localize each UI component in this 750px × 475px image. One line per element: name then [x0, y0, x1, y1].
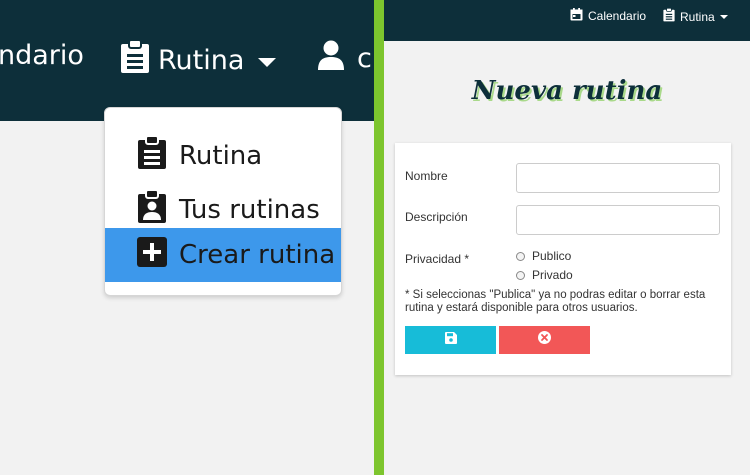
privacidad-label: Privacidad *	[405, 252, 470, 266]
nombre-label: Nombre	[405, 169, 448, 183]
cancel-button[interactable]	[499, 326, 590, 354]
full-page-panel: Calendario Rutina Nueva rutina Nombre De…	[384, 0, 750, 475]
caret-down-icon	[719, 14, 728, 19]
descripcion-label: Descripción	[405, 210, 468, 224]
dropdown-item-label: Tus rutinas	[179, 195, 320, 225]
user-icon	[317, 40, 345, 77]
nav-calendar-link[interactable]: Calendario	[570, 8, 646, 24]
nav-calendar-label: Calendario	[588, 9, 647, 23]
save-button[interactable]	[405, 326, 496, 354]
dropdown-item-label: Crear rutina	[179, 240, 336, 270]
nav-rutina-dropdown-toggle[interactable]: Rutina	[120, 39, 277, 81]
nombre-input[interactable]	[516, 163, 720, 193]
navbar: Calendario Rutina	[384, 0, 750, 41]
nav-calendar-label: ndario	[0, 40, 84, 71]
clipboard-user-icon	[137, 188, 167, 231]
descripcion-input[interactable]	[516, 205, 720, 235]
radio-label: Publico	[532, 249, 572, 263]
times-circle-icon	[538, 331, 551, 349]
caret-down-icon	[258, 58, 277, 67]
nav-calendar-link[interactable]: ndario	[0, 40, 84, 71]
rutina-dropdown-menu: Rutina Tus rutinas Crear rutina	[104, 107, 342, 296]
page-title: Nueva rutina	[471, 76, 663, 106]
nav-rutina-label: Rutina	[158, 45, 245, 76]
nav-rutina-dropdown-toggle[interactable]: Rutina	[663, 7, 728, 25]
privacy-radio-privado[interactable]: Privado	[516, 268, 573, 282]
radio-button[interactable]	[516, 270, 525, 280]
nav-user-link[interactable]: c	[317, 40, 372, 77]
calendar-icon	[570, 8, 583, 24]
dropdown-item-label: Rutina	[179, 141, 263, 171]
nav-rutina-label: Rutina	[680, 9, 715, 24]
zoomed-panel: ndario Rutina c Rutina Tus rutinas Crear…	[0, 0, 374, 475]
radio-label: Privado	[532, 268, 573, 282]
radio-button[interactable]	[516, 251, 525, 261]
clipboard-list-icon	[663, 7, 675, 25]
new-routine-form: Nombre Descripción Privacidad * Publico …	[395, 143, 731, 375]
privacy-note: * Si seleccionas "Publica" ya no podras …	[405, 289, 706, 314]
dropdown-item-rutina[interactable]: Rutina	[105, 130, 341, 182]
floppy-disk-icon	[444, 331, 457, 349]
privacy-radio-publico[interactable]: Publico	[516, 249, 571, 263]
nav-user-label: c	[357, 43, 372, 74]
panel-divider	[374, 0, 384, 475]
dropdown-item-crear-rutina[interactable]: Crear rutina	[105, 228, 341, 282]
clipboard-list-icon	[120, 39, 150, 81]
clipboard-list-icon	[137, 134, 167, 177]
plus-square-icon	[137, 236, 167, 274]
navbar: ndario Rutina c	[0, 0, 374, 121]
